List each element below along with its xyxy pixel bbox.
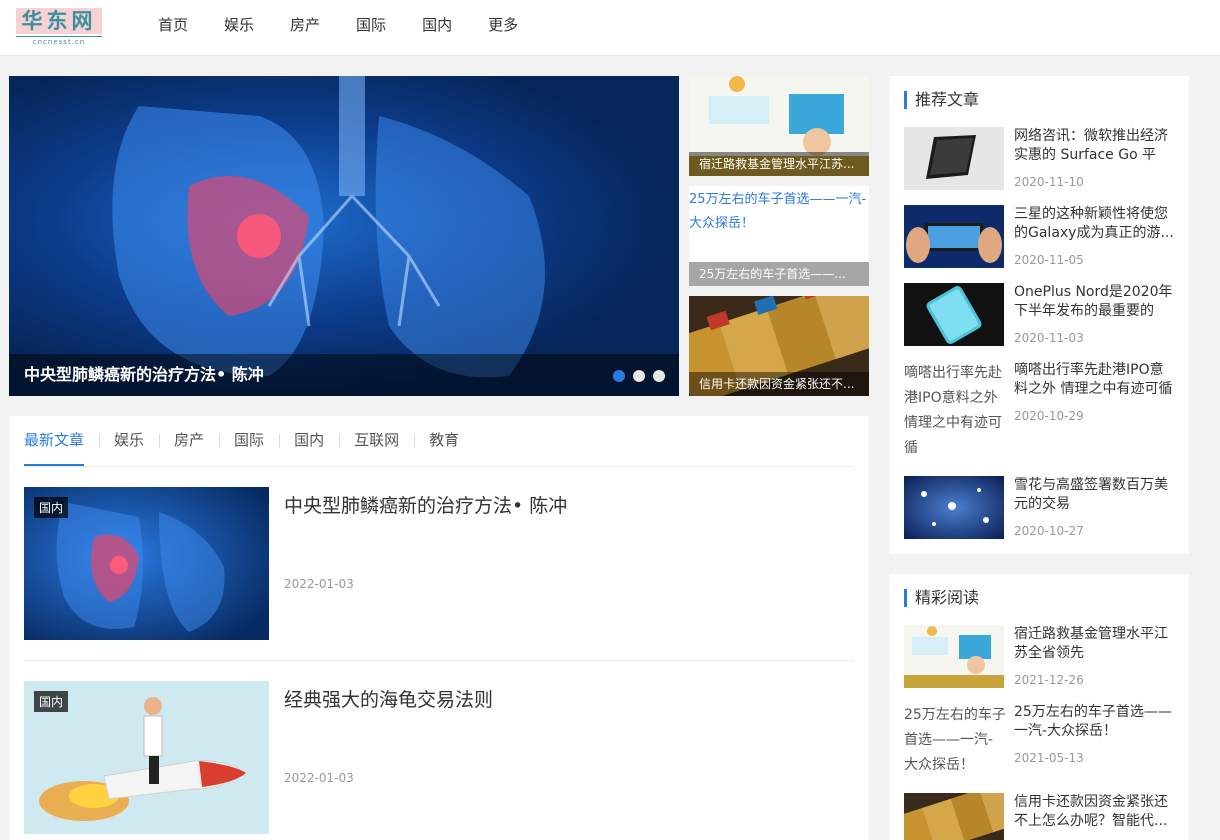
side-thumb-1[interactable]: 宿迁路救基金管理水平江苏... <box>689 76 869 176</box>
tab-education[interactable]: 教育 <box>414 416 474 466</box>
recommended-item[interactable]: OnePlus Nord是2020年下半年发布的最重要的智... 2020-11… <box>904 283 1174 353</box>
recommended-thumbnail[interactable] <box>904 476 1004 539</box>
slider-dot-2[interactable] <box>633 370 645 382</box>
side-thumb-caption: 信用卡还款因资金紧张还不... <box>689 372 869 396</box>
recommended-date: 2020-10-27 <box>1014 524 1084 538</box>
tab-latest[interactable]: 最新文章 <box>24 416 85 466</box>
tab-internet[interactable]: 互联网 <box>339 416 414 466</box>
recommended-title[interactable]: OnePlus Nord是2020年下半年发布的最重要的智... <box>1014 283 1174 321</box>
broken-image-alt: 25万左右的车子首选——一汽-大众探岳！ <box>904 707 1006 773</box>
recommended-date: 2020-11-03 <box>1014 331 1084 345</box>
nav-item-home[interactable]: 首页 <box>158 0 188 50</box>
slider-dot-3[interactable] <box>653 370 665 382</box>
nav-item-domestic[interactable]: 国内 <box>422 0 452 50</box>
tab-realestate[interactable]: 房产 <box>159 416 219 466</box>
broken-image-alt: 嘀嗒出行率先赴港IPO意料之外 情理之中有迹可循 <box>904 365 1002 456</box>
recommended-thumbnail[interactable] <box>904 127 1004 190</box>
article-date: 2022-01-03 <box>284 577 354 591</box>
article-thumbnail[interactable]: 国内 <box>24 487 269 640</box>
recommended-date: 2020-11-10 <box>1014 175 1084 189</box>
tab-entertainment[interactable]: 娱乐 <box>99 416 159 466</box>
article-item[interactable]: 国内 中央型肺鳞癌新的治疗方法• 陈冲 2022-01-03 <box>24 487 854 661</box>
featured-item[interactable]: 宿迁路救基金管理水平江苏全省领先 2021-12-26 <box>904 625 1174 695</box>
article-thumbnail[interactable]: 国内 <box>24 681 269 834</box>
recommended-title[interactable]: 三星的这种新颖性将使您的Galaxy成为真正的游... <box>1014 205 1174 243</box>
site-header: 华东网 cncnesst.cn 首页 娱乐 房产 国际 国内 更多 <box>0 0 1220 56</box>
hero-slider[interactable]: 中央型肺鳞癌新的治疗方法• 陈冲 <box>9 76 679 396</box>
recommended-item[interactable]: 三星的这种新颖性将使您的Galaxy成为真正的游... 2020-11-05 <box>904 205 1174 275</box>
main-nav: 首页 娱乐 房产 国际 国内 更多 <box>158 0 554 50</box>
tab-domestic[interactable]: 国内 <box>279 416 339 466</box>
featured-item[interactable]: 信用卡还款因资金紧张还不上怎么办呢？智能代... <box>904 793 1174 840</box>
featured-title[interactable]: 信用卡还款因资金紧张还不上怎么办呢？智能代... <box>1014 793 1174 831</box>
article-title[interactable]: 中央型肺鳞癌新的治疗方法• 陈冲 <box>284 491 567 518</box>
featured-panel: 精彩阅读 宿迁路救基金管理水平江苏全省领先 2021-12-26 25万左右的车… <box>889 574 1189 840</box>
recommended-date: 2020-10-29 <box>1014 409 1084 423</box>
article-list-panel: 最新文章 娱乐 房产 国际 国内 互联网 教育 国内 中央型肺鳞癌新的治疗方法•… <box>9 416 869 840</box>
category-tabs: 最新文章 娱乐 房产 国际 国内 互联网 教育 <box>24 416 854 467</box>
featured-thumbnail[interactable] <box>904 793 1004 840</box>
featured-title[interactable]: 25万左右的车子首选——一汽-大众探岳！ <box>1014 703 1174 741</box>
side-thumb-caption: 宿迁路救基金管理水平江苏... <box>689 152 869 176</box>
nav-item-entertainment[interactable]: 娱乐 <box>224 0 254 50</box>
site-logo[interactable]: 华东网 cncnesst.cn <box>16 8 102 46</box>
slider-caption[interactable]: 中央型肺鳞癌新的治疗方法• 陈冲 <box>9 354 679 396</box>
recommended-item[interactable]: 嘀嗒出行率先赴港IPO意料之外 情理之中有迹可循 嘀嗒出行率先赴港IPO意料之外… <box>904 361 1174 461</box>
featured-thumbnail[interactable] <box>904 625 1004 688</box>
category-badge: 国内 <box>34 691 69 712</box>
recommended-item[interactable]: 网络咨讯：微软推出经济实惠的 Surface Go 平板... 2020-11-… <box>904 127 1174 197</box>
slider-dot-1[interactable] <box>613 370 625 382</box>
recommended-thumbnail[interactable] <box>904 205 1004 268</box>
nav-item-more[interactable]: 更多 <box>488 0 518 50</box>
recommended-title[interactable]: 网络咨讯：微软推出经济实惠的 Surface Go 平板... <box>1014 127 1174 165</box>
article-date: 2022-01-03 <box>284 771 354 785</box>
panel-title: 推荐文章 <box>904 91 979 109</box>
recommended-item[interactable]: 雪花与高盛签署数百万美元的交易 2020-10-27 <box>904 476 1174 546</box>
recommended-panel: 推荐文章 网络咨讯：微软推出经济实惠的 Surface Go 平板... 202… <box>889 76 1189 554</box>
slider-dots <box>605 370 665 382</box>
panel-title: 精彩阅读 <box>904 589 979 607</box>
recommended-title[interactable]: 雪花与高盛签署数百万美元的交易 <box>1014 476 1174 514</box>
nav-item-realestate[interactable]: 房产 <box>290 0 320 50</box>
side-thumb-caption: 25万左右的车子首选——... <box>689 262 869 286</box>
featured-item[interactable]: 25万左右的车子首选——一汽-大众探岳！ 25万左右的车子首选——一汽-大众探岳… <box>904 703 1174 783</box>
category-badge: 国内 <box>34 497 69 518</box>
side-thumb-3[interactable]: 信用卡还款因资金紧张还不... <box>689 296 869 396</box>
recommended-title[interactable]: 嘀嗒出行率先赴港IPO意料之外 情理之中有迹可循 <box>1014 361 1174 399</box>
tab-international[interactable]: 国际 <box>219 416 279 466</box>
side-thumb-2[interactable]: 25万左右的车子首选——一汽-大众探岳！ 25万左右的车子首选——... <box>689 186 869 286</box>
article-item[interactable]: 国内 经典强大的海龟交易法则 2022-01-03 <box>24 681 854 840</box>
recommended-date: 2020-11-05 <box>1014 253 1084 267</box>
broken-image-alt: 25万左右的车子首选——一汽-大众探岳！ <box>689 192 867 231</box>
nav-item-international[interactable]: 国际 <box>356 0 386 50</box>
logo-subtext: cncnesst.cn <box>16 36 102 46</box>
article-title[interactable]: 经典强大的海龟交易法则 <box>284 685 493 712</box>
recommended-thumbnail[interactable] <box>904 283 1004 346</box>
featured-date: 2021-05-13 <box>1014 751 1084 765</box>
featured-date: 2021-12-26 <box>1014 673 1084 687</box>
hero-image <box>9 76 679 396</box>
logo-text: 华东网 <box>16 8 102 34</box>
featured-title[interactable]: 宿迁路救基金管理水平江苏全省领先 <box>1014 625 1174 663</box>
